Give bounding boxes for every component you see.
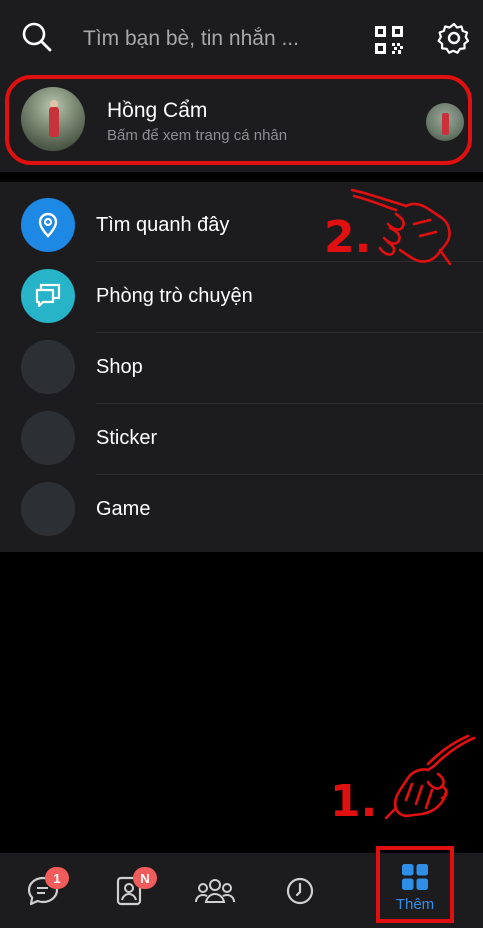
pointing-hand-icon: [384, 734, 476, 820]
step-1-label: 1.: [330, 776, 378, 827]
tab-messages[interactable]: [20, 853, 66, 928]
contacts-badge: N: [133, 867, 157, 889]
tab-contacts[interactable]: [106, 853, 152, 928]
menu-label: Game: [96, 498, 151, 520]
clock-icon: [286, 877, 314, 904]
menu-label: Sticker: [96, 427, 158, 449]
chat-rooms-icon: [21, 269, 75, 323]
menu-label: Shop: [96, 356, 143, 378]
shop-icon: [21, 340, 75, 394]
menu-item-shop[interactable]: Shop: [0, 332, 483, 402]
menu-item-chat-rooms[interactable]: Phòng trò chuyện: [0, 261, 483, 331]
menu-label: Tìm quanh đây: [96, 214, 230, 236]
game-icon: [21, 482, 75, 536]
tab-timeline[interactable]: [280, 853, 320, 928]
tab-groups[interactable]: [190, 853, 240, 928]
sticker-icon: [21, 411, 75, 465]
menu-item-game[interactable]: Game: [0, 474, 483, 544]
more-tab-highlight-annotation: [376, 846, 454, 923]
search-icon[interactable]: [18, 18, 56, 56]
pointing-hand-icon: [350, 188, 452, 266]
profile-highlight-annotation: [5, 75, 472, 165]
search-input[interactable]: [83, 22, 353, 56]
menu-item-sticker[interactable]: Sticker: [0, 403, 483, 473]
group-icon: [195, 878, 235, 903]
gear-icon[interactable]: [434, 18, 474, 58]
menu-label: Phòng trò chuyện: [96, 285, 253, 307]
messages-badge: 1: [45, 867, 69, 889]
qr-code-icon[interactable]: [371, 22, 407, 58]
location-pin-icon: [21, 198, 75, 252]
